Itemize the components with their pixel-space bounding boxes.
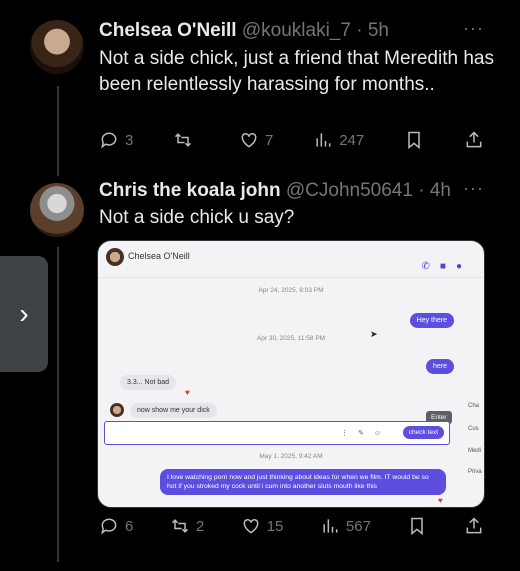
chat-avatar	[110, 403, 124, 417]
chat-contact-name: Chelsea O'Neill	[128, 251, 190, 261]
retweet-icon	[175, 133, 192, 147]
chat-date: Apr 30, 2025, 11:58 PM	[256, 335, 326, 342]
like-count: 15	[266, 517, 284, 535]
bookmark-button[interactable]	[407, 516, 427, 536]
phone-icon: ✆	[421, 261, 430, 272]
share-button[interactable]	[464, 516, 484, 536]
views-icon	[316, 133, 331, 147]
share-icon	[466, 517, 482, 534]
message-in: now show me your dick	[130, 403, 217, 418]
avatar[interactable]	[30, 20, 84, 74]
author-name[interactable]: Chelsea O'Neill	[99, 20, 237, 41]
avatar[interactable]	[30, 183, 84, 237]
chat-divider	[98, 277, 484, 278]
tweet-time[interactable]: · 4h	[418, 180, 451, 201]
more-options-icon[interactable]: ···	[463, 18, 484, 39]
retweet-icon	[171, 519, 188, 533]
side-tab-chevron-icon[interactable]: ›	[0, 256, 48, 372]
info-icon: ●	[455, 261, 462, 272]
tweet-time[interactable]: · 5h	[356, 20, 389, 41]
reply-icon	[101, 132, 117, 149]
tweet-text: Not a side chick u say?	[99, 207, 295, 228]
message-input[interactable]: ⋮ ✎ ☺ check text	[104, 421, 450, 445]
chat-header-icons: ✆ ■ ●	[422, 261, 462, 272]
like-button[interactable]: 15	[241, 516, 284, 536]
like-button[interactable]: 7	[239, 130, 273, 150]
author-name[interactable]: Chris the koala john	[99, 180, 281, 201]
view-count: 247	[339, 131, 365, 149]
views-button[interactable]: 567	[320, 516, 371, 536]
message-out: Hey there	[409, 313, 454, 328]
like-count: 7	[265, 131, 274, 149]
retweet-button[interactable]: 2	[170, 516, 204, 536]
bookmark-icon	[408, 131, 420, 150]
share-button[interactable]	[464, 130, 484, 150]
chat-avatar	[106, 248, 124, 266]
view-count: 567	[345, 517, 371, 535]
reply-count: 3	[125, 131, 134, 149]
views-icon	[323, 519, 338, 533]
views-button[interactable]: 247	[313, 130, 364, 150]
side-label: Medi	[468, 448, 482, 454]
chat-date: May 1, 2025, 9:42 AM	[259, 453, 323, 460]
reply-icon	[101, 518, 117, 535]
author-handle[interactable]: @kouklaki_7	[242, 20, 351, 41]
side-label: Cha	[468, 403, 480, 409]
heart-reaction-icon: ♥	[185, 388, 190, 397]
heart-icon	[243, 518, 259, 534]
chat-date: Apr 24, 2025, 8:03 PM	[258, 287, 324, 294]
thread-line-top	[57, 86, 59, 176]
bookmark-button[interactable]	[404, 130, 424, 150]
reply-button[interactable]: 6	[99, 516, 133, 536]
message-in: 3.3... Not bad	[120, 375, 177, 390]
tweet-media-image[interactable]: Chelsea O'Neill ✆ ■ ● Apr 24, 2025, 8:03…	[97, 240, 485, 508]
side-label: Cus	[468, 426, 479, 432]
send-button[interactable]: check text	[402, 426, 444, 439]
retweet-count: 2	[195, 517, 205, 535]
tweet-header: Chelsea O'Neill @kouklaki_7 · 5h	[99, 20, 389, 42]
reply-button[interactable]: 3	[99, 130, 133, 150]
heart-reaction-icon: ♥	[438, 496, 443, 505]
author-handle[interactable]: @CJohn50641	[286, 180, 413, 201]
heart-icon	[241, 132, 257, 148]
chat-header: Chelsea O'Neill ✆ ■ ●	[98, 241, 484, 285]
message-out: I love watching porn now and just thinki…	[160, 469, 446, 495]
message-out: here	[425, 359, 454, 374]
tweet-header: Chris the koala john @CJohn50641 · 4h	[99, 180, 451, 202]
bookmark-icon	[411, 517, 424, 536]
reply-count: 6	[125, 517, 134, 535]
tweet-text: Not a side chick, just a friend that Mer…	[99, 48, 494, 95]
side-label: Priva	[468, 469, 482, 475]
thread-line-bottom	[57, 247, 59, 562]
more-options-icon[interactable]: ···	[463, 178, 484, 199]
input-icons: ⋮ ✎ ☺	[341, 430, 385, 437]
share-icon	[466, 131, 482, 148]
retweet-button[interactable]	[173, 130, 199, 150]
tweet-actions: 3 7 247	[99, 127, 484, 153]
tweet-actions: 6 2 15 567	[99, 513, 484, 539]
video-icon: ■	[439, 261, 446, 272]
